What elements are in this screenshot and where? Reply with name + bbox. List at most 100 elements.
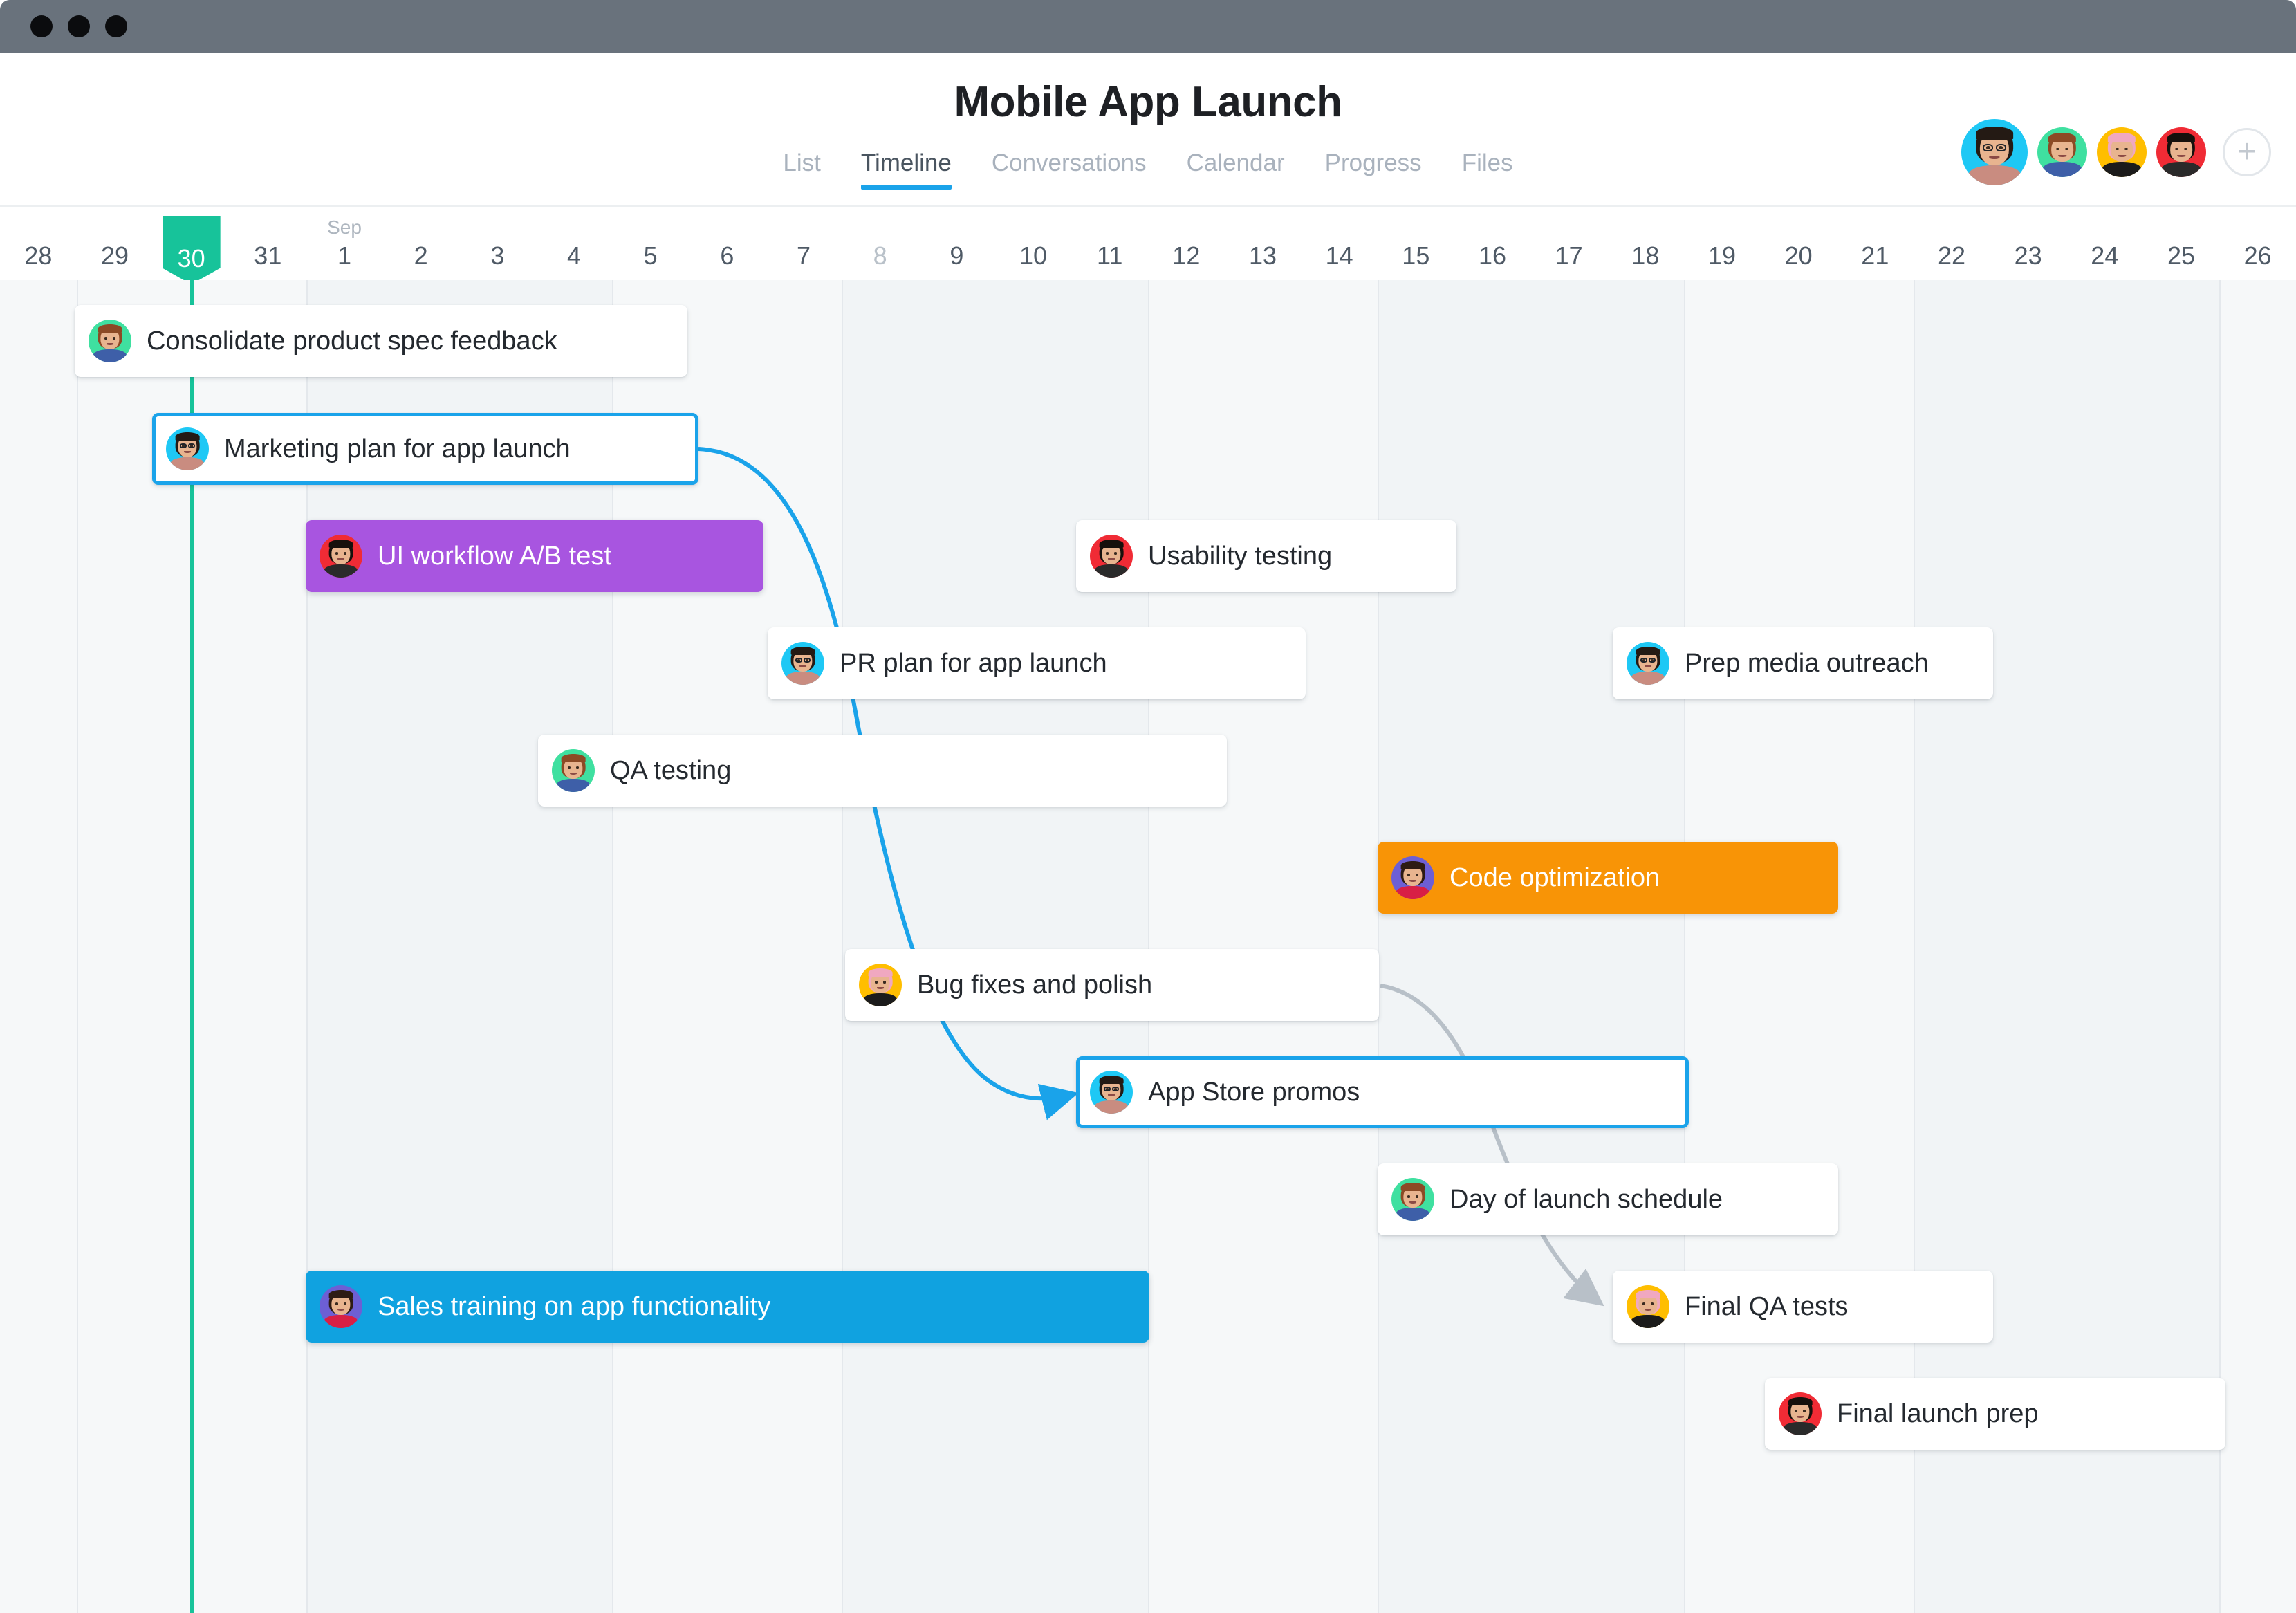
ruler-day-20: 20 [1784, 241, 1813, 270]
task-assignee-avatar[interactable] [1627, 1285, 1669, 1328]
task-label: Code optimization [1450, 863, 1660, 892]
member-avatar-4[interactable] [2156, 127, 2206, 177]
task-assignee-avatar[interactable] [781, 642, 824, 685]
task-bar[interactable]: Usability testing [1076, 520, 1456, 592]
window-controls [30, 15, 127, 37]
minimize-dot[interactable] [68, 15, 90, 37]
member-avatar-list: + [1961, 119, 2271, 185]
ruler-day-3: 3 [490, 241, 505, 270]
ruler-day-6: 6 [720, 241, 734, 270]
close-dot[interactable] [30, 15, 53, 37]
grid-week-line [842, 280, 844, 1613]
task-label: Prep media outreach [1685, 648, 1929, 678]
task-label: Sales training on app functionality [378, 1291, 771, 1321]
ruler-day-24: 24 [2091, 241, 2119, 270]
task-bar[interactable]: Day of launch schedule [1378, 1163, 1838, 1235]
add-member-button[interactable]: + [2223, 128, 2271, 176]
task-label: QA testing [610, 755, 732, 785]
page-title: Mobile App Launch [954, 78, 1342, 126]
date-ruler[interactable]: 28 29 30 31 1 Sep 2 3 4 5 6 7 8 9 10 11 12 13 14 15 16 17 18 19… [0, 205, 2296, 284]
tab-calendar[interactable]: Calendar [1187, 149, 1285, 190]
task-label: UI workflow A/B test [378, 541, 611, 571]
task-label: Usability testing [1148, 541, 1333, 571]
ruler-day-1: 1 Sep [327, 216, 362, 270]
tab-list[interactable]: List [783, 149, 820, 190]
ruler-day-22: 22 [1937, 241, 1965, 270]
task-assignee-avatar[interactable] [89, 320, 131, 362]
ruler-day-10: 10 [1019, 241, 1047, 270]
timeline-grid[interactable]: Consolidate product spec feedback Market… [0, 280, 2296, 1613]
tab-files[interactable]: Files [1462, 149, 1513, 190]
ruler-day-8: 8 [873, 241, 887, 270]
task-assignee-avatar[interactable] [320, 535, 362, 578]
member-avatar-3[interactable] [2097, 127, 2147, 177]
task-assignee-avatar[interactable] [1779, 1392, 1822, 1435]
grid-week-band [842, 280, 1148, 1613]
task-assignee-avatar[interactable] [166, 427, 209, 470]
tab-conversations[interactable]: Conversations [992, 149, 1147, 190]
task-assignee-avatar[interactable] [1391, 1178, 1434, 1221]
view-tabs: List Timeline Conversations Calendar Progres… [0, 149, 2296, 190]
ruler-day-4: 4 [566, 241, 581, 270]
ruler-day-12: 12 [1172, 241, 1201, 270]
task-bar[interactable]: Marketing plan for app launch [152, 413, 698, 485]
task-label: Final QA tests [1685, 1291, 1849, 1321]
task-label: PR plan for app launch [840, 648, 1107, 678]
zoom-dot[interactable] [105, 15, 127, 37]
ruler-day-9: 9 [950, 241, 964, 270]
ruler-day-14: 14 [1325, 241, 1353, 270]
task-assignee-avatar[interactable] [1391, 856, 1434, 899]
ruler-day-18: 18 [1631, 241, 1660, 270]
tab-progress[interactable]: Progress [1325, 149, 1422, 190]
task-assignee-avatar[interactable] [1090, 535, 1133, 578]
task-assignee-avatar[interactable] [320, 1285, 362, 1328]
task-bar[interactable]: App Store promos [1076, 1056, 1689, 1128]
task-bar[interactable]: Bug fixes and polish [845, 949, 1379, 1021]
ruler-day-28: 28 [24, 241, 53, 270]
tab-timeline[interactable]: Timeline [860, 149, 952, 190]
task-label: Marketing plan for app launch [224, 434, 571, 463]
ruler-day-17: 17 [1555, 241, 1583, 270]
ruler-day-25: 25 [2167, 241, 2195, 270]
ruler-day-21: 21 [1861, 241, 1889, 270]
ruler-day-16: 16 [1478, 241, 1506, 270]
grid-week-line [1148, 280, 1149, 1613]
member-avatar-1[interactable] [1961, 119, 2028, 185]
task-label: Consolidate product spec feedback [147, 326, 557, 356]
task-bar[interactable]: Prep media outreach [1613, 627, 1993, 699]
project-header: Mobile App Launch List Timeline Conversati… [0, 53, 2296, 205]
task-bar[interactable]: UI workflow A/B test [306, 520, 763, 592]
timeline-app-window: Mobile App Launch List Timeline Conversati… [0, 0, 2296, 1613]
task-label: App Store promos [1148, 1077, 1360, 1107]
grid-week-line [1378, 280, 1379, 1613]
ruler-day-13: 13 [1248, 241, 1277, 270]
task-assignee-avatar[interactable] [1627, 642, 1669, 685]
task-label: Bug fixes and polish [917, 970, 1153, 999]
task-bar[interactable]: Sales training on app functionality [306, 1271, 1149, 1343]
grid-week-line [1683, 280, 1685, 1613]
grid-week-line [76, 280, 78, 1613]
ruler-day-26: 26 [2243, 241, 2272, 270]
task-assignee-avatar[interactable] [859, 964, 902, 1006]
task-bar[interactable]: PR plan for app launch [768, 627, 1306, 699]
ruler-day-2: 2 [414, 241, 428, 270]
member-avatar-2[interactable] [2037, 127, 2087, 177]
ruler-day-19: 19 [1707, 241, 1736, 270]
ruler-day-5: 5 [643, 241, 658, 270]
ruler-day-23: 23 [2014, 241, 2042, 270]
task-bar[interactable]: Final QA tests [1613, 1271, 1993, 1343]
task-bar[interactable]: Final launch prep [1765, 1378, 2225, 1450]
task-bar[interactable]: QA testing [538, 735, 1227, 806]
task-bar[interactable]: Code optimization [1378, 842, 1838, 914]
ruler-month-label: Sep [327, 216, 362, 238]
ruler-day-31: 31 [254, 241, 282, 270]
task-label: Day of launch schedule [1450, 1184, 1723, 1214]
ruler-day-11: 11 [1096, 241, 1123, 270]
task-assignee-avatar[interactable] [552, 749, 595, 792]
task-bar[interactable]: Consolidate product spec feedback [75, 305, 687, 377]
ruler-day-29: 29 [100, 241, 129, 270]
task-label: Final launch prep [1837, 1399, 2039, 1428]
ruler-day-15: 15 [1402, 241, 1430, 270]
task-assignee-avatar[interactable] [1090, 1071, 1133, 1114]
today-marker: 30 [162, 216, 221, 284]
